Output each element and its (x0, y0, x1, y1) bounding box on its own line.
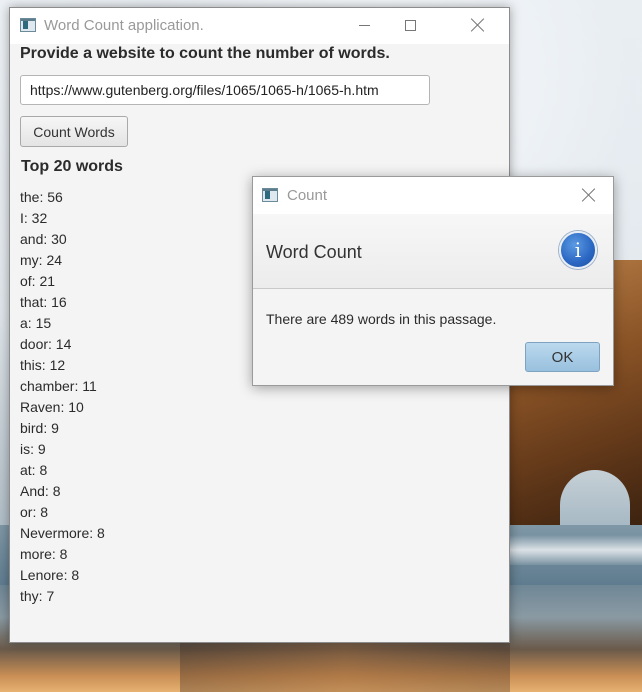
word-count-item: more: 8 (20, 546, 68, 562)
word-count-item: or: 8 (20, 504, 49, 520)
close-button[interactable] (455, 8, 501, 42)
dialog-titlebar[interactable]: Count (253, 177, 613, 214)
word-count-item: at: 8 (20, 462, 48, 478)
word-count-item: and: 30 (20, 231, 67, 247)
word-count-item: the: 56 (20, 189, 63, 205)
dialog-header: Word Count i (253, 214, 613, 289)
word-count-item: of: 21 (20, 273, 56, 289)
main-window-title: Word Count application. (44, 17, 204, 34)
minimize-button[interactable] (341, 8, 387, 42)
word-count-item: a: 15 (20, 315, 52, 331)
url-input[interactable] (20, 75, 430, 105)
word-count-item: Lenore: 8 (20, 567, 80, 583)
dialog-title: Count (287, 187, 328, 204)
word-count-item: is: 9 (20, 441, 46, 457)
word-count-item: I: 32 (20, 210, 48, 226)
dialog-window-icon (262, 188, 278, 202)
desktop: Word Count application. Provide a websit… (0, 0, 642, 692)
desktop-wallpaper-reflection (180, 640, 510, 692)
app-window-icon (20, 18, 36, 32)
close-icon (471, 18, 485, 32)
maximize-button[interactable] (387, 8, 433, 42)
main-window-titlebar[interactable]: Word Count application. (10, 8, 509, 44)
top-words-list: the: 56 I: 32 and: 30 my: 24 of: 21 that… (20, 187, 105, 607)
word-count-item: chamber: 11 (20, 378, 97, 394)
word-count-item: Raven: 10 (20, 399, 84, 415)
dialog-message: There are 489 words in this passage. (266, 311, 497, 327)
count-dialog: Count Word Count i There are 489 words i… (252, 176, 614, 386)
word-count-item: this: 12 (20, 357, 66, 373)
word-count-item: that: 16 (20, 294, 67, 310)
word-count-item: thy: 7 (20, 588, 55, 604)
close-icon (582, 188, 596, 202)
word-count-item: door: 14 (20, 336, 72, 352)
word-count-item: bird: 9 (20, 420, 59, 436)
dialog-header-text: Word Count (266, 242, 362, 262)
ok-button[interactable]: OK (525, 342, 600, 372)
word-count-item: my: 24 (20, 252, 63, 268)
minimize-icon (358, 24, 370, 26)
info-icon: i (559, 231, 597, 269)
count-words-button[interactable]: Count Words (20, 116, 128, 147)
top-words-heading: Top 20 words (21, 158, 123, 175)
desktop-wallpaper-surf (505, 535, 642, 565)
word-count-item: Nevermore: 8 (20, 525, 105, 541)
website-prompt-label: Provide a website to count the number of… (20, 45, 390, 62)
maximize-icon (404, 19, 416, 31)
dialog-close-button[interactable] (571, 177, 607, 213)
word-count-item: And: 8 (20, 483, 61, 499)
